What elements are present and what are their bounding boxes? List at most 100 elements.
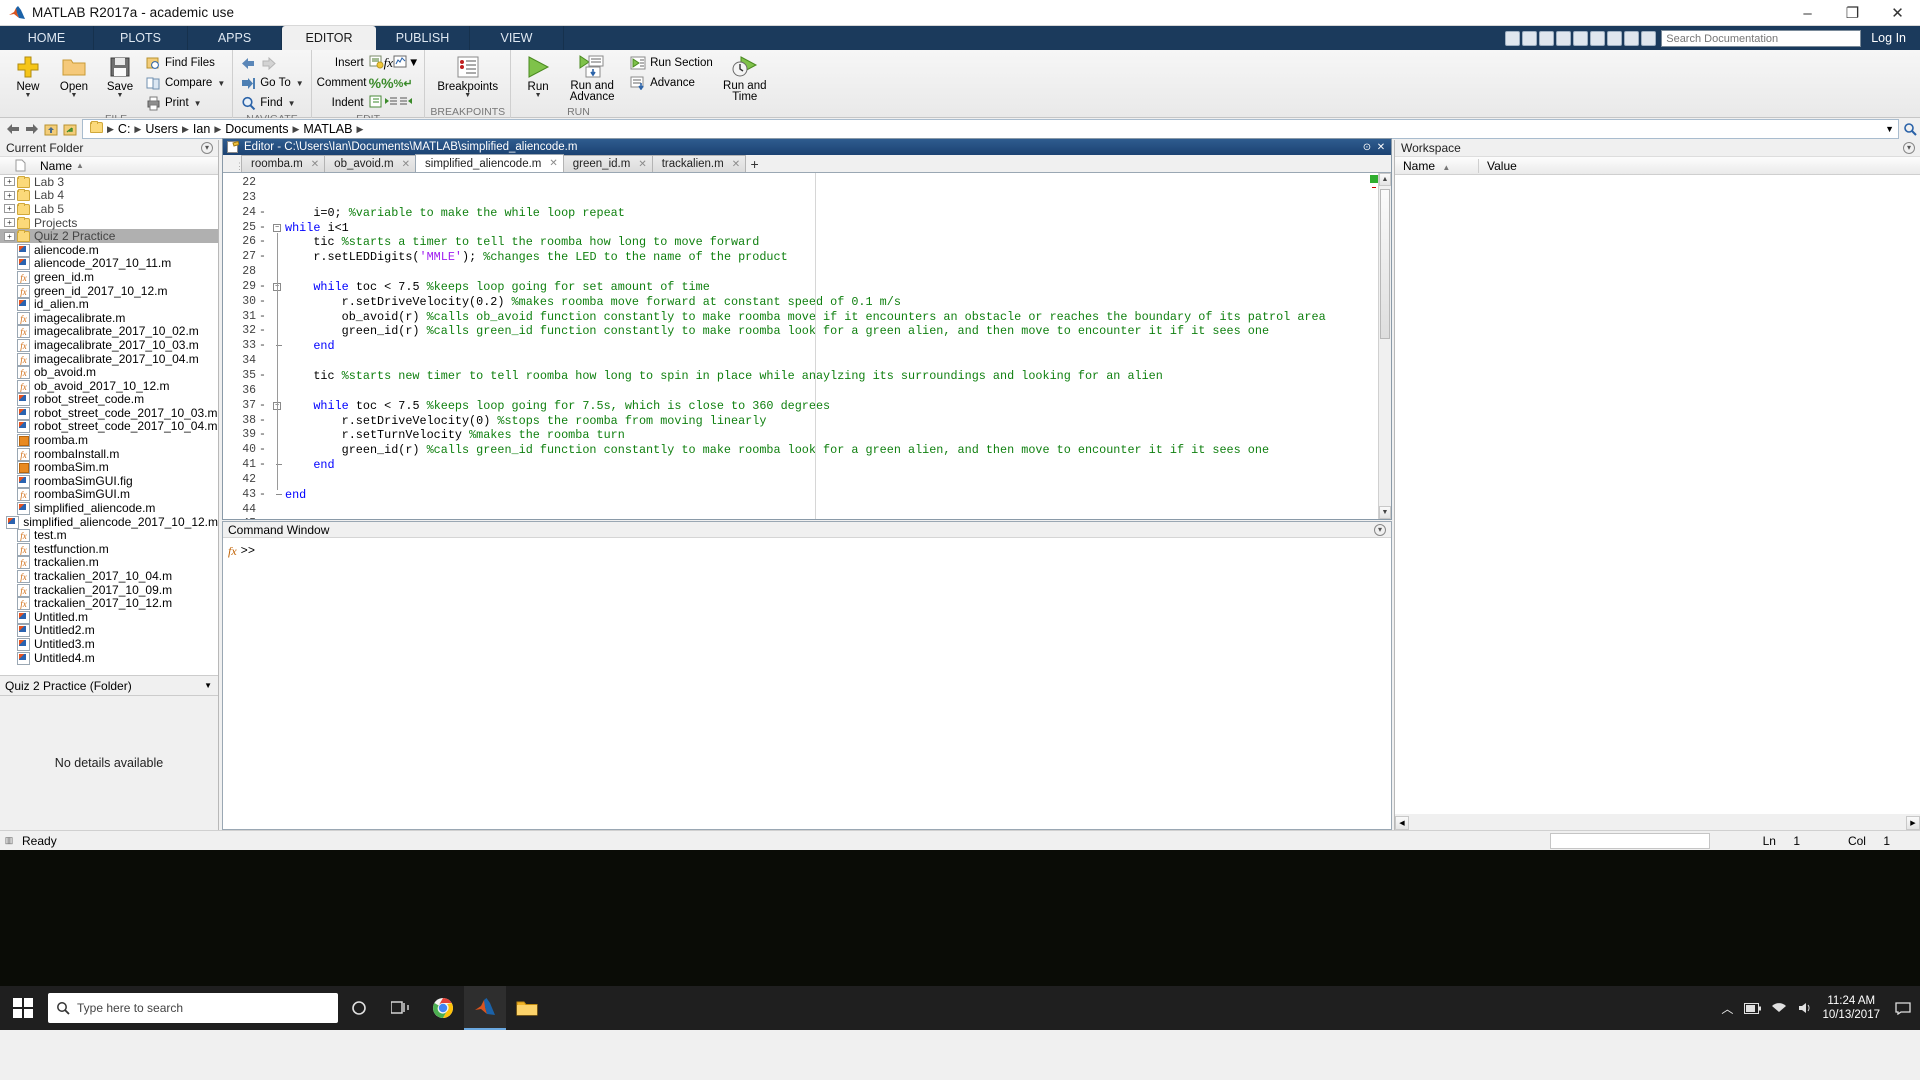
new-button[interactable]: New ▼ — [5, 53, 51, 99]
save-button[interactable]: Save ▼ — [97, 53, 143, 99]
advance-button[interactable]: Advance — [628, 73, 715, 93]
breadcrumb-item-users[interactable]: Users — [142, 122, 181, 136]
code-line[interactable]: r.setTurnVelocity %makes the roomba turn — [285, 428, 1391, 443]
breadcrumb-item-documents[interactable]: Documents — [222, 122, 291, 136]
code-line[interactable]: tic %starts new timer to tell roomba how… — [285, 369, 1391, 384]
breakpoint-slot[interactable] — [259, 384, 271, 399]
tray-network-icon[interactable] — [1766, 986, 1792, 1030]
quick-print-icon[interactable] — [1522, 30, 1538, 46]
file-list-item[interactable]: + Lab 3 — [0, 175, 218, 189]
print-caret[interactable]: ▼ — [194, 99, 202, 108]
file-list-item[interactable]: fx trackalien.m — [0, 555, 218, 570]
current-folder-file-list[interactable]: + Lab 3 + Lab 4 + Lab 5 + Projects + Quiz 2 Pract… — [0, 175, 218, 675]
figure-icon[interactable] — [393, 54, 408, 72]
path-search-button[interactable] — [1901, 120, 1919, 138]
file-list-item[interactable]: fx trackalien_2017_10_09.m — [0, 583, 218, 597]
breakpoint-slot[interactable] — [259, 176, 271, 191]
find-files-button[interactable]: Find Files — [143, 53, 227, 73]
breadcrumb-dropdown-caret[interactable]: ▼ — [1885, 124, 1894, 134]
code-line[interactable] — [285, 384, 1391, 399]
code-line[interactable]: end — [285, 458, 1391, 473]
code-line[interactable]: r.setDriveVelocity(0.2) %makes roomba mo… — [285, 295, 1391, 310]
file-list-item[interactable]: robot_street_code_2017_10_04.m — [0, 419, 218, 434]
fold-slot[interactable] — [271, 414, 285, 429]
ribbon-tab-publish[interactable]: PUBLISH — [376, 26, 470, 50]
fold-slot[interactable] — [271, 503, 285, 518]
editor-new-tab-button[interactable]: + — [745, 155, 764, 172]
quick-save-icon[interactable] — [1505, 30, 1521, 46]
fold-slot[interactable]: − — [271, 221, 285, 236]
breakpoints-button[interactable]: Breakpoints ▼ — [432, 53, 504, 99]
quick-redo-icon[interactable] — [1607, 30, 1623, 46]
editor-tab-ob-avoid[interactable]: ob_avoid.m ✕ — [324, 155, 417, 172]
comment-row[interactable]: Comment % % %↵ — [317, 73, 420, 93]
run-and-advance-button[interactable]: Run and Advance — [560, 53, 624, 103]
fold-slot[interactable] — [271, 265, 285, 280]
code-line[interactable] — [285, 517, 1391, 519]
run-button[interactable]: Run ▼ — [516, 53, 560, 99]
code-line[interactable]: while i<1 — [285, 221, 1391, 236]
open-dropdown-caret[interactable]: ▼ — [71, 92, 78, 99]
editor-scroll-down-button[interactable]: ▼ — [1379, 506, 1391, 519]
file-list-item[interactable]: Untitled3.m — [0, 637, 218, 651]
code-line[interactable]: ob_avoid(r) %calls ob_avoid function con… — [285, 310, 1391, 325]
expand-toggle-icon[interactable]: + — [4, 190, 15, 200]
name-column-header[interactable]: Name — [40, 159, 72, 173]
taskbar-search-input[interactable]: Type here to search — [48, 993, 338, 1023]
file-list-item[interactable]: Untitled4.m — [0, 651, 218, 665]
file-list-item[interactable]: fx green_id.m — [0, 270, 218, 284]
breakpoint-slot[interactable]: - — [259, 221, 271, 236]
file-list-item[interactable]: + Quiz 2 Practice — [0, 229, 218, 243]
file-list-item[interactable]: fx trackalien_2017_10_12.m — [0, 596, 218, 611]
breakpoint-slot[interactable]: - — [259, 443, 271, 458]
breakpoints-caret[interactable]: ▼ — [464, 92, 471, 99]
expand-toggle-icon[interactable]: + — [4, 177, 15, 187]
breakpoint-slot[interactable]: - — [259, 295, 271, 310]
comment-icon[interactable]: % — [369, 75, 381, 91]
file-list-item[interactable]: robot_street_code_2017_10_03.m — [0, 406, 218, 420]
code-line[interactable]: green_id(r) %calls green_id function con… — [285, 324, 1391, 339]
breakpoint-slot[interactable] — [259, 354, 271, 369]
compare-caret[interactable]: ▼ — [217, 79, 225, 88]
start-button[interactable] — [0, 986, 46, 1030]
quick-help-icon[interactable] — [1641, 30, 1657, 46]
save-dropdown-caret[interactable]: ▼ — [117, 92, 124, 99]
editor-tab-simplified-aliencode[interactable]: simplified_aliencode.m ✕ — [415, 154, 564, 172]
code-line[interactable] — [285, 191, 1391, 206]
breakpoint-slot[interactable]: - — [259, 414, 271, 429]
code-line[interactable]: r.setLEDDigits('MMLE'); %changes the LED… — [285, 250, 1391, 265]
taskbar-clock[interactable]: 11:24 AM 10/13/2017 — [1818, 994, 1890, 1022]
file-list-item[interactable]: Untitled2.m — [0, 623, 218, 638]
breakpoint-slot[interactable]: - — [259, 280, 271, 295]
ribbon-tab-editor[interactable]: EDITOR — [282, 26, 376, 50]
fold-slot[interactable] — [271, 473, 285, 488]
wrap-comment-icon[interactable]: %↵ — [394, 77, 413, 90]
ribbon-tab-apps[interactable]: APPS — [188, 26, 282, 50]
ribbon-tab-home[interactable]: HOME — [0, 26, 94, 50]
file-list-item[interactable]: simplified_aliencode.m — [0, 501, 218, 516]
current-folder-dock-button[interactable]: ▾ — [201, 142, 213, 154]
indent-row[interactable]: Indent — [317, 93, 420, 113]
fold-slot[interactable]: − — [271, 399, 285, 414]
fold-slot[interactable] — [271, 369, 285, 384]
breakpoint-slot[interactable]: - — [259, 324, 271, 339]
goto-button[interactable]: Go To ▼ — [238, 73, 305, 93]
run-section-button[interactable]: Run Section — [628, 53, 715, 73]
code-line[interactable]: while toc < 7.5 %keeps loop going for 7.… — [285, 399, 1391, 414]
indent-right-icon[interactable] — [384, 94, 399, 112]
fold-slot[interactable] — [271, 295, 285, 310]
insert-icon[interactable] — [369, 54, 384, 72]
file-list-item[interactable]: id_alien.m — [0, 297, 218, 312]
breakpoint-slot[interactable] — [259, 473, 271, 488]
quick-cut-icon[interactable] — [1539, 30, 1555, 46]
indent-left-icon[interactable] — [399, 94, 414, 112]
workspace-horizontal-scrollbar[interactable]: ◀ ▶ — [1395, 816, 1920, 830]
expand-toggle-icon[interactable]: + — [4, 231, 15, 241]
workspace-variable-list[interactable] — [1395, 175, 1920, 814]
file-list-item[interactable]: fx green_id_2017_10_12.m — [0, 284, 218, 298]
path-browse-button[interactable] — [61, 120, 79, 138]
login-button[interactable]: Log In — [1871, 31, 1906, 45]
file-list-item[interactable]: fx ob_avoid_2017_10_12.m — [0, 379, 218, 393]
breakpoint-slot[interactable]: - — [259, 488, 271, 503]
chrome-button[interactable] — [422, 986, 464, 1030]
